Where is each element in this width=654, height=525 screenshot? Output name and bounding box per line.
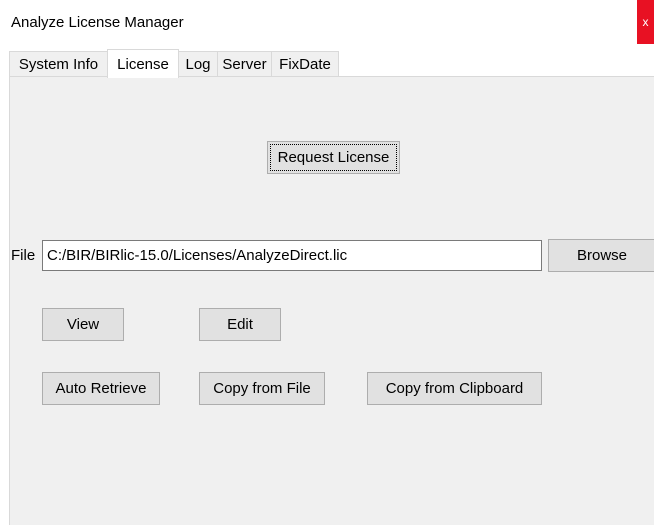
window-title: Analyze License Manager [11,14,184,31]
title-bar: Analyze License Manager x [0,0,654,44]
edit-button[interactable]: Edit [199,308,281,341]
copy-from-file-button[interactable]: Copy from File [199,372,325,405]
auto-retrieve-button[interactable]: Auto Retrieve [42,372,160,405]
file-label: File [11,247,36,264]
request-license-button[interactable]: Request License [267,141,400,174]
license-manager-window: Analyze License Manager x System Info Li… [0,0,654,525]
close-button[interactable]: x [637,0,654,44]
copy-from-clipboard-button[interactable]: Copy from Clipboard [367,372,542,405]
close-icon: x [642,15,649,29]
view-button[interactable]: View [42,308,124,341]
tab-log[interactable]: Log [178,51,218,77]
tab-fixdate[interactable]: FixDate [271,51,339,77]
browse-button[interactable]: Browse [548,239,654,272]
tab-license[interactable]: License [107,49,179,78]
tab-server[interactable]: Server [217,51,272,77]
tab-system-info[interactable]: System Info [9,51,108,77]
license-file-path-input[interactable] [42,240,542,271]
tab-bar: System Info License Log Server FixDate [9,48,339,78]
